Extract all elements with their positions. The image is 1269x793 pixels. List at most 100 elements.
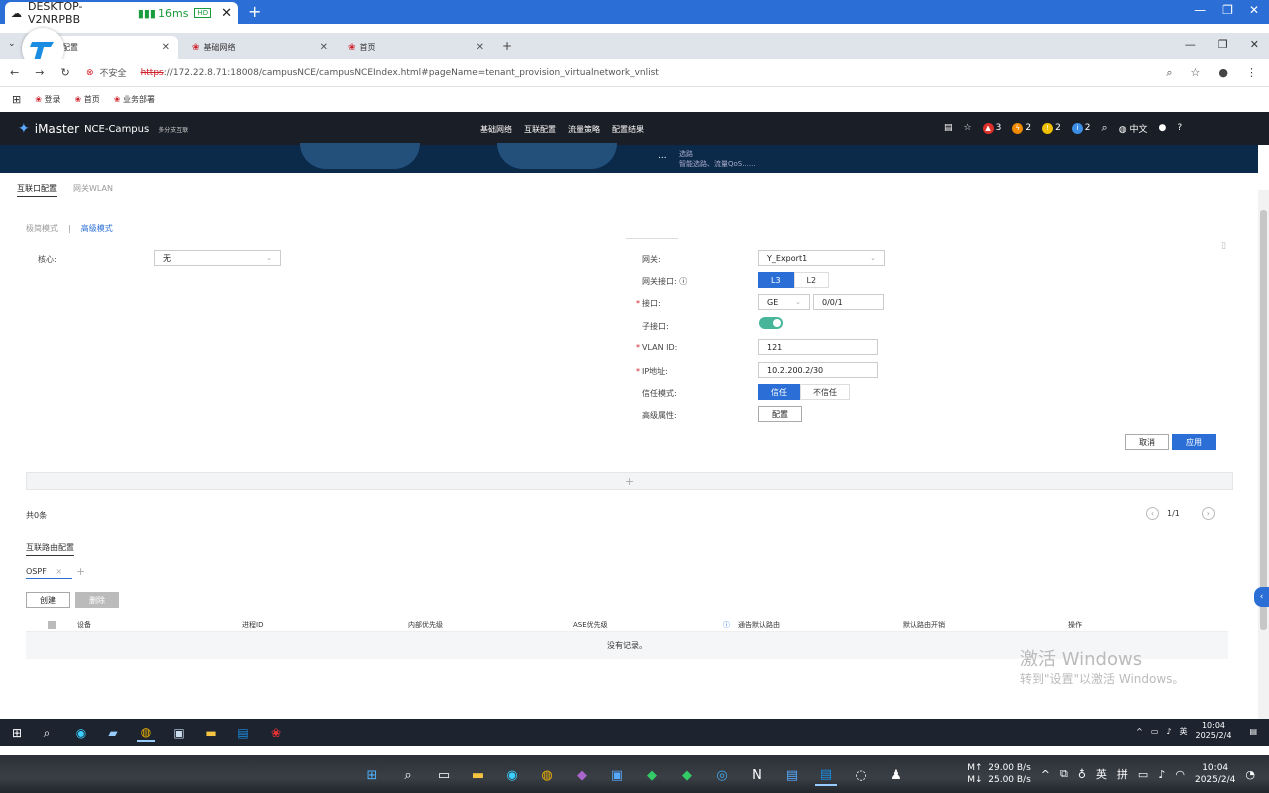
edge-icon[interactable]: ◉	[72, 724, 90, 742]
chrome-icon[interactable]: ◍	[137, 724, 155, 742]
ime-indicator[interactable]: 英	[1096, 766, 1107, 782]
app-green-icon[interactable]: ◆	[641, 764, 663, 786]
close-icon[interactable]: ✕	[1249, 3, 1259, 17]
nav-traffic-policy[interactable]: 流量策略	[568, 124, 600, 135]
close-icon[interactable]: ✕	[320, 42, 328, 53]
favorite-icon[interactable]: ☆	[964, 123, 972, 133]
notes-icon[interactable]: ▤	[781, 764, 803, 786]
search-icon[interactable]: ⌕	[38, 724, 56, 742]
apps-grid-icon[interactable]: ⊞	[12, 93, 21, 106]
trust-option[interactable]: 信任	[758, 384, 800, 400]
ospf-tab[interactable]: OSPF ×	[26, 567, 73, 579]
windows-start-icon[interactable]: ⊞	[361, 764, 383, 786]
tab-interconnect-config[interactable]: 互联口配置	[17, 183, 57, 197]
task-icon[interactable]: ▤	[944, 123, 953, 133]
nav-basic-network[interactable]: 基础网络	[480, 124, 512, 135]
tab-basic-network[interactable]: ❀ 基础网络 ✕	[184, 36, 336, 59]
task-view-icon[interactable]: ▭	[433, 764, 455, 786]
teamviewer-icon[interactable]: ▤	[815, 764, 837, 786]
remote-desktop-icon[interactable]: ▣	[170, 724, 188, 742]
tab-search-icon[interactable]: ⌄	[8, 39, 16, 49]
language-switch[interactable]: ◍ 中文	[1119, 122, 1148, 135]
url-field[interactable]: ⊗ 不安全 https://172.22.8.71:18008/campusNC…	[86, 66, 659, 80]
ime-mode[interactable]: 拼	[1117, 766, 1128, 782]
critical-alarm[interactable]: ▲ 3	[982, 122, 1001, 134]
help-icon[interactable]: ⓘ	[723, 620, 738, 630]
side-panel-handle[interactable]: ‹	[1254, 587, 1269, 607]
forward-icon[interactable]: →	[35, 66, 44, 79]
zoom-icon[interactable]: ⌕	[1166, 66, 1172, 80]
windows-start-icon[interactable]: ⊞	[8, 724, 26, 742]
notion-icon[interactable]: N	[746, 764, 768, 786]
minor-alarm[interactable]: ! 2	[1042, 122, 1061, 134]
next-page-icon[interactable]: ›	[1201, 507, 1215, 520]
select-all-checkbox[interactable]	[26, 620, 77, 629]
collapse-icon[interactable]: ▯	[1221, 241, 1226, 251]
reload-icon[interactable]: ↻	[60, 66, 69, 79]
iface-type-select[interactable]: GE ⌄	[758, 294, 810, 310]
page-scrollbar[interactable]	[1258, 190, 1269, 720]
mode-basic[interactable]: 极简模式	[26, 223, 58, 234]
adv-config-button[interactable]: 配置	[758, 406, 802, 422]
chevron-up-icon[interactable]: ^	[1041, 768, 1050, 781]
teamviewer-icon[interactable]: ▤	[234, 724, 252, 742]
huawei-app-icon[interactable]: ❀	[267, 724, 285, 742]
photos-icon[interactable]: ◆	[571, 764, 593, 786]
chevron-up-icon[interactable]: ^	[1136, 727, 1143, 736]
app-blue-icon[interactable]: ◎	[711, 764, 733, 786]
bookmark-home[interactable]: ❀ 首页	[74, 94, 99, 105]
close-icon[interactable]: ×	[55, 567, 62, 576]
app-circle-icon[interactable]: ◌	[850, 764, 872, 786]
close-icon[interactable]: ✕	[476, 42, 484, 53]
mode-advanced[interactable]: 高级模式	[81, 223, 113, 234]
tab-gateway-wlan[interactable]: 网关WLAN	[73, 183, 113, 197]
scrollbar-thumb[interactable]	[1260, 210, 1267, 630]
profile-icon[interactable]: ●	[1218, 66, 1228, 80]
chrome-icon[interactable]: ◍	[536, 764, 558, 786]
create-button[interactable]: 创建	[26, 592, 70, 608]
nav-interconnect[interactable]: 互联配置	[524, 124, 556, 135]
restore-icon[interactable]: ❐	[1222, 3, 1233, 17]
info-alarm[interactable]: i2	[1071, 122, 1091, 134]
close-icon[interactable]: ✕	[221, 6, 232, 21]
display-icon[interactable]: ▭	[1138, 768, 1148, 781]
ip-input[interactable]: 10.2.200.2/30	[758, 362, 878, 378]
user-icon[interactable]: ●	[1158, 123, 1166, 133]
apply-button[interactable]: 应用	[1172, 434, 1216, 450]
store-icon[interactable]: ▣	[606, 764, 628, 786]
remote-session-tab[interactable]: ☁ DESKTOP-V2NRPBB ▮▮▮ 16ms HD ✕	[5, 0, 238, 26]
core-select[interactable]: 无 ⌄	[154, 250, 281, 266]
nav-config-result[interactable]: 配置结果	[612, 124, 644, 135]
close-icon[interactable]: ✕	[162, 42, 170, 53]
prev-page-icon[interactable]: ‹	[1146, 507, 1159, 520]
vlan-input[interactable]: 121	[758, 339, 878, 355]
menu-icon[interactable]: ⋮	[1246, 66, 1257, 80]
l2-option[interactable]: L2	[793, 272, 830, 288]
iface-number-input[interactable]: 0/0/1	[813, 294, 884, 310]
search-icon[interactable]: ⌕	[397, 764, 419, 786]
untrust-option[interactable]: 不信任	[800, 384, 850, 400]
major-alarm[interactable]: ϟ2	[1012, 122, 1031, 134]
info-icon[interactable]: ⓘ	[679, 277, 687, 286]
volume-icon[interactable]: ♪	[1166, 727, 1171, 736]
app-icon[interactable]: ▰	[104, 724, 122, 742]
network-icon[interactable]: ▭	[1151, 727, 1159, 736]
add-protocol-button[interactable]: +	[76, 565, 85, 578]
add-row-bar[interactable]: +	[26, 472, 1233, 490]
new-session-button[interactable]: +	[248, 2, 261, 21]
bookmark-deploy[interactable]: ❀ 业务部署	[114, 94, 155, 105]
folder-icon[interactable]: ▬	[467, 764, 489, 786]
back-icon[interactable]: ←	[10, 66, 19, 79]
bookmark-login[interactable]: ❀ 登录	[35, 94, 60, 105]
folder-icon[interactable]: ▬	[202, 724, 220, 742]
qq-icon[interactable]: ♟	[885, 764, 907, 786]
link-icon[interactable]: ⧉	[1060, 767, 1068, 781]
wifi-icon[interactable]: ◠	[1175, 768, 1185, 781]
gateway-select[interactable]: Y_Export1 ⌄	[758, 250, 885, 266]
new-tab-button[interactable]: +	[502, 39, 512, 53]
app-green-icon[interactable]: ◆	[676, 764, 698, 786]
clock[interactable]: 10:04 2025/2/4	[1196, 721, 1232, 741]
mic-icon[interactable]: ♁	[1078, 768, 1086, 781]
edge-icon[interactable]: ◉	[501, 764, 523, 786]
bell-icon[interactable]: ◔	[1245, 768, 1255, 781]
